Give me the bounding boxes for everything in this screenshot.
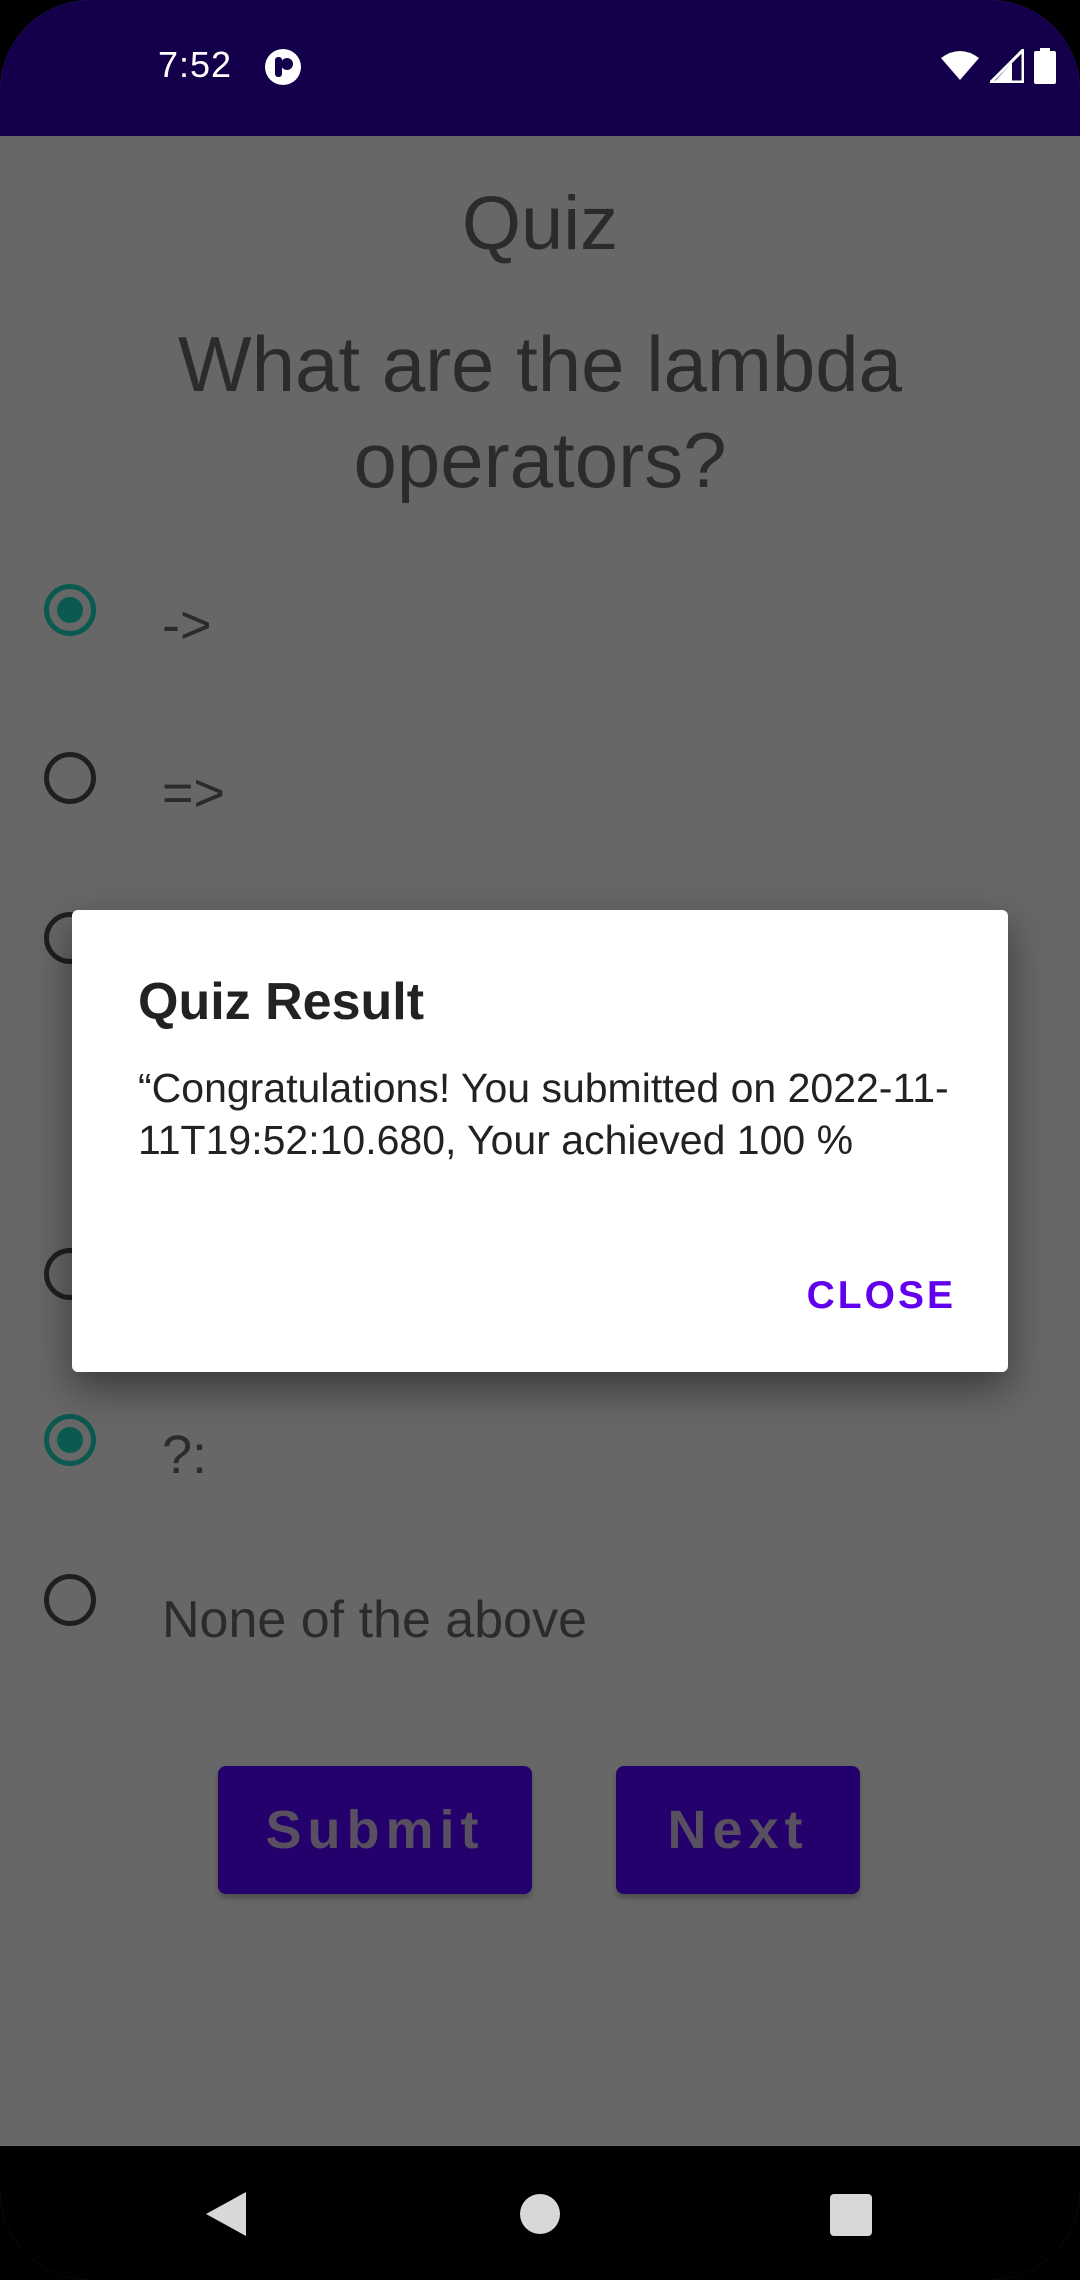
quiz-result-dialog: Quiz Result “Congratulations! You submit… — [72, 910, 1008, 1372]
back-icon[interactable] — [204, 2190, 248, 2243]
option-1[interactable]: -> — [44, 584, 1024, 664]
recents-icon[interactable] — [830, 2194, 872, 2236]
wifi-icon — [940, 50, 980, 87]
navigation-bar — [0, 2146, 1080, 2280]
option-5[interactable]: ?: — [44, 1414, 1024, 1494]
status-time: 7:52 — [158, 44, 233, 85]
option-2[interactable]: => — [44, 752, 1024, 832]
app-notification-icon — [264, 48, 302, 86]
dialog-message: “Congratulations! You submitted on 2022-… — [138, 1065, 949, 1163]
home-icon[interactable] — [520, 2194, 560, 2234]
option-label: ?: — [162, 1425, 208, 1485]
submit-button[interactable]: Submit — [218, 1766, 532, 1894]
radio-button[interactable] — [44, 752, 96, 804]
option-6[interactable]: None of the above — [44, 1574, 1024, 1654]
signal-icon — [987, 45, 1025, 88]
phone-screen: 7:52 Quiz What are the lambda operators?… — [0, 0, 1080, 2280]
page-title: Quiz — [461, 181, 619, 266]
question-text: What are the lambda operators? — [177, 320, 903, 504]
option-label: -> — [162, 595, 212, 655]
status-icons — [940, 45, 1056, 89]
option-label: None of the above — [162, 1591, 587, 1649]
battery-icon — [1034, 47, 1056, 89]
dialog-title: Quiz Result — [138, 973, 425, 1031]
radio-button-checked[interactable] — [44, 1414, 96, 1466]
radio-button[interactable] — [44, 1574, 96, 1626]
next-button[interactable]: Next — [616, 1766, 860, 1894]
radio-button-checked[interactable] — [44, 584, 96, 636]
close-button[interactable]: CLOSE — [807, 1274, 956, 1318]
status-bar: 7:52 — [0, 0, 1080, 136]
option-label: => — [162, 763, 226, 823]
